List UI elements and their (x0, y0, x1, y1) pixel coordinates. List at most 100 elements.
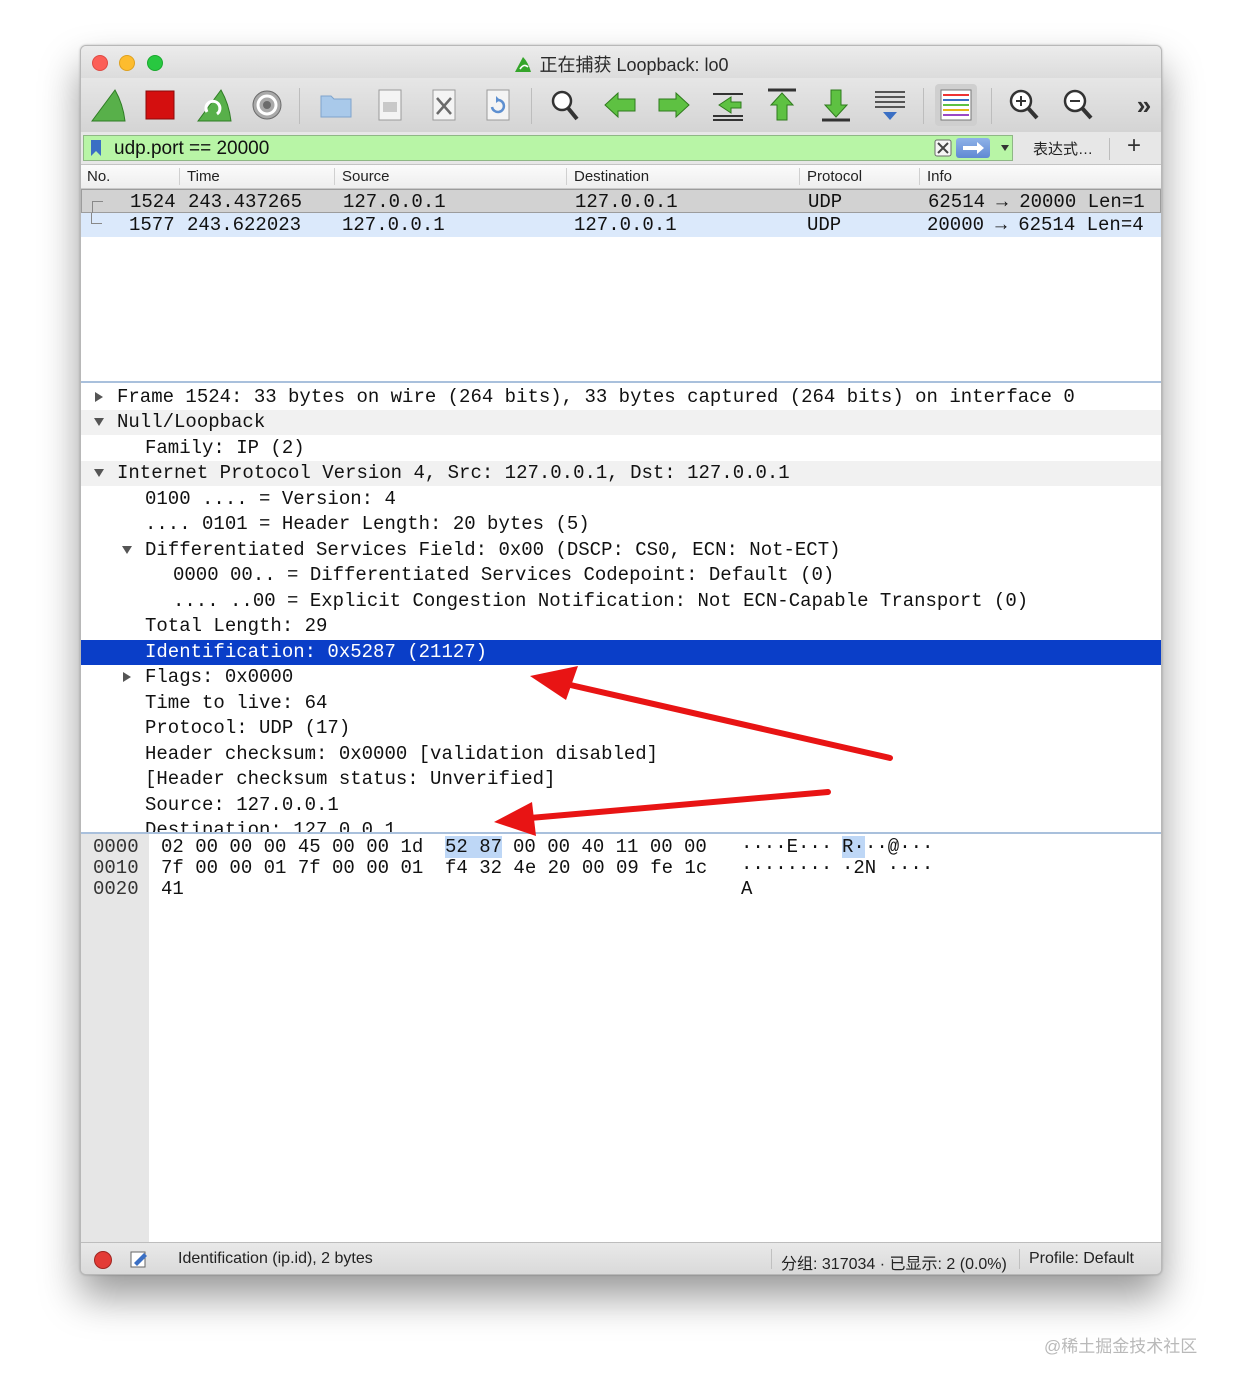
more-button[interactable]: » (1123, 84, 1161, 126)
last-packet-icon (822, 89, 850, 122)
column-header-protocol[interactable]: Protocol (807, 168, 862, 185)
hex-bytes: 00 00 40 11 00 00 (513, 836, 707, 858)
detail-row-checksum[interactable]: Header checksum: 0x0000 [validation disa… (81, 742, 1161, 767)
collapse-triangle-icon[interactable] (93, 467, 105, 479)
detail-row-frame[interactable]: Frame 1524: 33 bytes on wire (264 bits),… (81, 385, 1161, 410)
hex-bytes-highlighted: 52 87 (445, 836, 503, 858)
detail-row-protocol[interactable]: Protocol: UDP (17) (81, 716, 1161, 741)
packet-source: 127.0.0.1 (342, 214, 445, 236)
first-packet-button[interactable] (761, 84, 803, 126)
detail-text: 0000 00.. = Differentiated Services Code… (173, 564, 835, 586)
packet-time: 243.622023 (187, 214, 302, 236)
go-back-button[interactable] (599, 84, 641, 126)
zoom-out-button[interactable] (1057, 84, 1099, 126)
detail-text: Differentiated Services Field: 0x00 (DSC… (145, 539, 841, 561)
detail-row-destination[interactable]: Destination: 127.0.0.1 (81, 818, 1161, 832)
expand-triangle-icon[interactable] (93, 391, 105, 403)
detail-row-dsfield[interactable]: Differentiated Services Field: 0x00 (DSC… (81, 538, 1161, 563)
find-packet-button[interactable] (544, 84, 586, 126)
clear-filter-icon[interactable] (934, 139, 952, 157)
packet-row[interactable]: 1524 243.437265 127.0.0.1 127.0.0.1 UDP … (81, 189, 1161, 214)
column-header-no[interactable]: No. (87, 168, 110, 185)
add-filter-button[interactable]: + (1127, 132, 1141, 160)
chevron-down-icon[interactable] (1000, 144, 1010, 152)
bytes-row[interactable]: 0010 7f 00 00 01 7f 00 00 01 f4 32 4e 20… (81, 857, 1161, 879)
colorize-button[interactable] (935, 84, 977, 126)
stop-capture-icon (145, 90, 175, 120)
byte-offset: 0010 (93, 857, 139, 879)
column-header-source[interactable]: Source (342, 168, 390, 185)
column-divider[interactable] (179, 168, 180, 185)
watermark: @稀土掘金技术社区 (1044, 1337, 1198, 1356)
open-file-icon (320, 95, 352, 118)
open-file-button[interactable] (315, 84, 357, 126)
column-header-destination[interactable]: Destination (574, 168, 649, 185)
main-toolbar: » (81, 78, 1161, 132)
start-capture-button[interactable] (87, 84, 129, 126)
restart-capture-button[interactable] (193, 84, 235, 126)
display-filter-text: udp.port == 20000 (114, 138, 270, 159)
detail-text: Frame 1524: 33 bytes on wire (264 bits),… (117, 386, 1075, 408)
close-file-button[interactable] (423, 84, 465, 126)
column-divider[interactable] (919, 168, 920, 185)
detail-text: Time to live: 64 (145, 692, 328, 714)
arrow-right-icon (963, 142, 984, 154)
detail-row-source[interactable]: Source: 127.0.0.1 (81, 793, 1161, 818)
status-profile[interactable]: Profile: Default (1029, 1250, 1134, 1268)
zoom-in-button[interactable] (1003, 84, 1045, 126)
detail-row-flags[interactable]: Flags: 0x0000 (81, 665, 1161, 690)
hex-bytes: 41 (161, 878, 184, 900)
go-forward-button[interactable] (653, 84, 695, 126)
detail-text: Internet Protocol Version 4, Src: 127.0.… (117, 462, 790, 484)
reload-file-button[interactable] (477, 84, 519, 126)
packet-no: 1577 (129, 214, 175, 236)
capture-options-button[interactable] (246, 84, 288, 126)
column-header-time[interactable]: Time (187, 168, 220, 185)
detail-row-total-length[interactable]: Total Length: 29 (81, 614, 1161, 639)
go-to-packet-button[interactable] (707, 84, 749, 126)
detail-row-ttl[interactable]: Time to live: 64 (81, 691, 1161, 716)
detail-row-identification[interactable]: Identification: 0x5287 (21127) (81, 640, 1161, 665)
bytes-row[interactable]: 0020 41 A (81, 878, 1161, 900)
detail-row-dscp[interactable]: 0000 00.. = Differentiated Services Code… (81, 563, 1161, 588)
detail-row-ecn[interactable]: .... ..00 = Explicit Congestion Notifica… (81, 589, 1161, 614)
ascii-bytes: ·2N ···· (842, 857, 934, 879)
capture-comment-icon[interactable] (129, 1249, 149, 1269)
detail-text: Header checksum: 0x0000 [validation disa… (145, 743, 659, 765)
detail-row-checksum-status[interactable]: [Header checksum status: Unverified] (81, 767, 1161, 792)
autoscroll-icon (875, 91, 905, 120)
column-divider[interactable] (799, 168, 800, 185)
expression-button[interactable]: 表达式… (1033, 138, 1093, 159)
detail-text: Identification: 0x5287 (21127) (145, 641, 488, 663)
window-title: 正在捕获 Loopback: lo0 (539, 55, 729, 75)
detail-row-header-length[interactable]: .... 0101 = Header Length: 20 bytes (5) (81, 512, 1161, 537)
packet-source: 127.0.0.1 (343, 191, 446, 213)
detail-row-null-loopback[interactable]: Null/Loopback (81, 410, 1161, 435)
detail-row-family[interactable]: Family: IP (2) (81, 436, 1161, 461)
wireshark-window: 正在捕获 Loopback: lo0 » udp.port == 20000 表… (80, 45, 1162, 1275)
save-file-button[interactable] (369, 84, 411, 126)
column-divider[interactable] (334, 168, 335, 185)
bookmark-icon[interactable] (90, 139, 102, 157)
expand-triangle-icon[interactable] (121, 671, 133, 683)
expert-info-icon[interactable] (94, 1251, 112, 1269)
bytes-row[interactable]: 0000 02 00 00 00 45 00 00 1d 52 87 00 00… (81, 836, 1161, 858)
collapse-triangle-icon[interactable] (93, 416, 105, 428)
detail-row-ipv4[interactable]: Internet Protocol Version 4, Src: 127.0.… (81, 461, 1161, 486)
stop-capture-button[interactable] (139, 84, 181, 126)
go-forward-icon (658, 91, 690, 119)
detail-row-version[interactable]: 0100 .... = Version: 4 (81, 487, 1161, 512)
column-header-info[interactable]: Info (927, 168, 952, 185)
packet-info: 62514 → 20000 Len=1 (928, 191, 1145, 213)
autoscroll-button[interactable] (869, 84, 911, 126)
display-filter-input[interactable]: udp.port == 20000 (83, 135, 1013, 161)
detail-text: .... ..00 = Explicit Congestion Notifica… (173, 590, 1029, 612)
column-divider[interactable] (566, 168, 567, 185)
collapse-triangle-icon[interactable] (121, 544, 133, 556)
last-packet-button[interactable] (815, 84, 857, 126)
packet-time: 243.437265 (188, 191, 303, 213)
packet-row[interactable]: 1577 243.622023 127.0.0.1 127.0.0.1 UDP … (81, 213, 1161, 237)
hex-bytes: 02 00 00 00 45 00 00 1d (161, 836, 424, 858)
zoom-out-icon (1063, 89, 1093, 120)
apply-filter-button[interactable] (956, 138, 990, 158)
